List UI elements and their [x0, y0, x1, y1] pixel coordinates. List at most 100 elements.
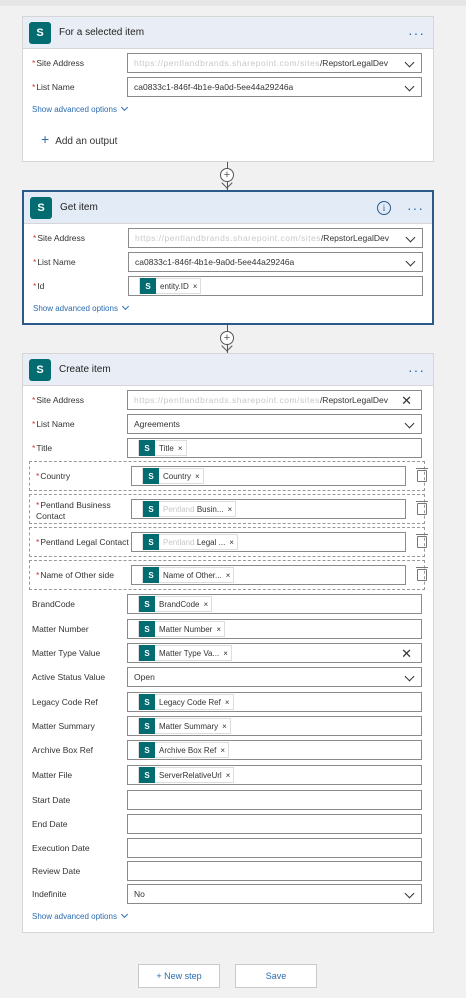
new-step-button[interactable]: + New step [138, 964, 220, 988]
matter-summary-label: Matter Summary [32, 721, 95, 731]
review-date-label: Review Date [32, 866, 81, 876]
archive-box-field[interactable]: S Archive Box Ref × [127, 740, 422, 760]
trash-icon[interactable] [416, 534, 428, 548]
clear-icon[interactable]: ✕ [401, 646, 412, 662]
remove-token-icon[interactable]: × [178, 444, 183, 453]
card-header[interactable]: S Create item ··· [23, 354, 433, 386]
remove-token-icon[interactable]: × [220, 746, 225, 755]
card-header[interactable]: S For a selected item ··· [23, 17, 433, 49]
archive-box-label: Archive Box Ref [32, 745, 93, 755]
matter-number-field[interactable]: S Matter Number × [127, 619, 422, 639]
end-date-field[interactable] [127, 814, 422, 834]
site-address-dropdown[interactable]: https://pentlandbrands.sharepoint.com/si… [128, 228, 423, 248]
id-field[interactable]: Sentity.ID × [128, 276, 423, 296]
dynamic-token[interactable]: S Title × [138, 440, 187, 456]
matter-number-label: Matter Number [32, 624, 89, 634]
trash-icon[interactable] [416, 468, 428, 482]
remove-token-icon[interactable]: × [226, 571, 231, 580]
trigger-card-for-selected-item: S For a selected item ··· *Site Address … [22, 16, 434, 162]
country-field[interactable]: S Country × [131, 466, 406, 486]
info-icon[interactable]: i [377, 200, 391, 215]
remove-token-icon[interactable]: × [195, 472, 200, 481]
site-address-label: *Site Address [32, 58, 85, 68]
chevron-down-icon[interactable] [404, 888, 415, 899]
site-address-field[interactable]: https://pentlandbrands.sharepoint.com/si… [127, 390, 422, 410]
title-label: *Title [32, 443, 53, 453]
trash-icon[interactable] [416, 501, 428, 515]
clear-icon[interactable]: ✕ [401, 393, 412, 409]
sharepoint-icon: S [30, 196, 52, 219]
dynamic-token[interactable]: S Pentland Legal ... × [142, 534, 238, 550]
chevron-down-icon[interactable] [404, 81, 415, 92]
title-field[interactable]: S Title × [127, 438, 422, 458]
chevron-down-icon[interactable] [405, 256, 416, 267]
chevron-down-icon[interactable] [404, 57, 415, 68]
list-name-dropdown[interactable]: ca0833c1-846f-4b1e-9a0d-5ee44a29246a [127, 77, 422, 97]
dynamic-token[interactable]: S Matter Type Va... × [138, 645, 232, 661]
dynamic-token[interactable]: S Archive Box Ref × [138, 742, 230, 758]
brandcode-label: BrandCode [32, 599, 76, 609]
list-name-label: *List Name [32, 82, 75, 92]
card-header[interactable]: S Get item i ··· [24, 192, 432, 224]
matter-type-label: Matter Type Value [32, 648, 101, 658]
plus-icon: + [41, 131, 50, 147]
active-status-dropdown[interactable]: Open [127, 667, 422, 687]
start-date-field[interactable] [127, 790, 422, 810]
sharepoint-icon: S [139, 718, 155, 734]
dynamic-token[interactable]: S ServerRelativeUrl × [138, 767, 235, 783]
sharepoint-icon: S [139, 440, 155, 456]
legacy-code-field[interactable]: S Legacy Code Ref × [127, 692, 422, 712]
dynamic-token[interactable]: Sentity.ID × [139, 278, 202, 294]
show-advanced-options-link[interactable]: Show advanced options [32, 910, 128, 921]
site-address-dropdown[interactable]: https://pentlandbrands.sharepoint.com/si… [127, 53, 422, 73]
other-side-field[interactable]: S Name of Other... × [131, 565, 406, 585]
show-advanced-options-link[interactable]: Show advanced options [32, 103, 128, 114]
matter-type-field[interactable]: S Matter Type Va... × ✕ [127, 643, 422, 663]
active-status-value: Open [134, 672, 155, 682]
card-title: For a selected item [59, 27, 145, 38]
dynamic-token[interactable]: S Pentland Busin... × [142, 501, 237, 517]
remove-token-icon[interactable]: × [225, 698, 230, 707]
list-name-dropdown[interactable]: Agreements [127, 414, 422, 434]
chevron-down-icon[interactable] [404, 671, 415, 682]
id-label: *Id [33, 281, 45, 291]
chevron-down-icon[interactable] [405, 232, 416, 243]
review-date-field[interactable] [127, 861, 422, 881]
dynamic-token[interactable]: S Name of Other... × [142, 567, 235, 583]
brandcode-field[interactable]: S BrandCode × [127, 594, 422, 614]
remove-token-icon[interactable]: × [223, 649, 228, 658]
more-options-icon[interactable]: ··· [408, 363, 425, 377]
matter-file-label: Matter File [32, 770, 73, 780]
execution-date-field[interactable] [127, 838, 422, 858]
dynamic-token[interactable]: S Matter Number × [138, 621, 226, 637]
remove-token-icon[interactable]: × [228, 505, 233, 514]
legal-contact-field[interactable]: S Pentland Legal ... × [131, 532, 406, 552]
remove-token-icon[interactable]: × [222, 722, 227, 731]
business-contact-field[interactable]: S Pentland Busin... × [131, 499, 406, 519]
dynamic-token[interactable]: S Country × [142, 468, 204, 484]
legal-contact-label: *Pentland Legal Contact [36, 537, 129, 547]
chevron-down-icon[interactable] [404, 418, 415, 429]
matter-file-field[interactable]: S ServerRelativeUrl × [127, 765, 422, 785]
sharepoint-icon: S [143, 501, 159, 517]
indefinite-dropdown[interactable]: No [127, 884, 422, 904]
sharepoint-icon: S [143, 567, 159, 583]
dynamic-token[interactable]: S Legacy Code Ref × [138, 694, 234, 710]
dynamic-token[interactable]: S BrandCode × [138, 596, 213, 612]
remove-token-icon[interactable]: × [193, 282, 198, 291]
more-options-icon[interactable]: ··· [407, 201, 424, 215]
remove-token-icon[interactable]: × [226, 771, 231, 780]
more-options-icon[interactable]: ··· [408, 26, 425, 40]
save-button[interactable]: Save [235, 964, 317, 988]
show-advanced-options-link[interactable]: Show advanced options [33, 302, 129, 313]
remove-token-icon[interactable]: × [229, 538, 234, 547]
trash-icon[interactable] [416, 567, 428, 581]
add-output-button[interactable]: + Add an output [41, 131, 117, 147]
legacy-code-label: Legacy Code Ref [32, 697, 98, 707]
matter-summary-field[interactable]: S Matter Summary × [127, 716, 422, 736]
list-name-dropdown[interactable]: ca0833c1-846f-4b1e-9a0d-5ee44a29246a [128, 252, 423, 272]
remove-token-icon[interactable]: × [216, 625, 221, 634]
execution-date-label: Execution Date [32, 843, 90, 853]
dynamic-token[interactable]: S Matter Summary × [138, 718, 231, 734]
remove-token-icon[interactable]: × [203, 600, 208, 609]
